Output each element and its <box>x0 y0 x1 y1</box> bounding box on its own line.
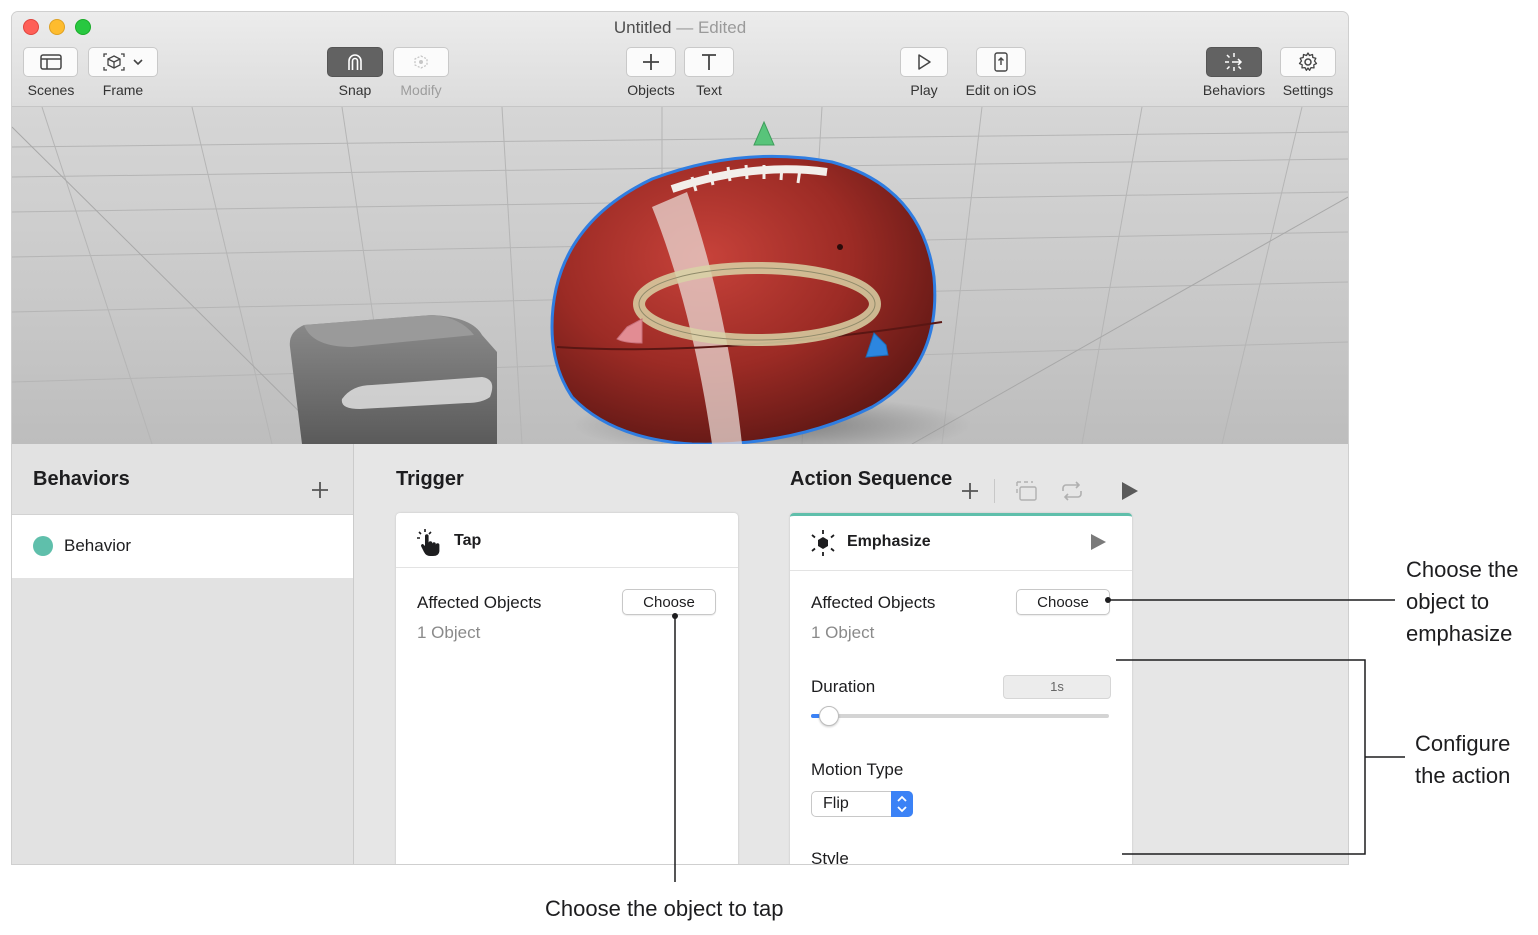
y-axis-handle[interactable] <box>753 120 775 146</box>
toolbar: Untitled — Edited Scenes Frame Snap Modi… <box>12 12 1348 107</box>
style-label: Style <box>811 849 849 864</box>
text-label: Text <box>696 82 722 98</box>
add-behavior-plus-icon[interactable] <box>310 480 330 500</box>
add-action-plus-icon[interactable] <box>960 481 980 501</box>
scene-render[interactable] <box>12 107 1348 444</box>
behavior-label: Behavior <box>64 536 132 555</box>
callout-choose-emphasize: Choose the object to emphasize <box>1406 554 1519 650</box>
settings-label: Settings <box>1282 82 1334 98</box>
trigger-title: Trigger <box>396 468 464 490</box>
callout-line-2: the action <box>1415 763 1511 788</box>
trigger-object-count: 1 Object <box>417 623 481 642</box>
action-card-title: Emphasize <box>847 533 931 550</box>
objects-label: Objects <box>627 82 675 98</box>
snap-button[interactable] <box>327 47 383 77</box>
frame-icon <box>103 53 125 71</box>
sidebar-icon <box>39 54 62 70</box>
behaviors-list-pane: Behaviors Behavior <box>12 444 354 864</box>
text-button[interactable] <box>684 47 734 77</box>
plus-icon <box>643 54 659 70</box>
frame-label: Frame <box>102 82 144 98</box>
behavior-list-item[interactable]: Behavior <box>12 514 353 578</box>
behavior-editor-pane: Trigger Action Sequence Tap Affected Obj… <box>354 444 1348 864</box>
trigger-affected-label: Affected Objects <box>417 593 542 612</box>
trigger-card-title: Tap <box>454 532 482 549</box>
callout-configure-action: Configure the action <box>1415 728 1510 792</box>
motion-type-value: Flip <box>823 795 849 812</box>
action-choose-button[interactable]: Choose <box>1016 589 1110 615</box>
frame-button[interactable] <box>88 47 158 77</box>
loop-icon[interactable] <box>1059 479 1085 503</box>
snap-label: Snap <box>338 82 372 98</box>
motion-type-label: Motion Type <box>811 760 904 779</box>
behaviors-title: Behaviors <box>33 468 130 490</box>
settings-button[interactable] <box>1280 47 1336 77</box>
action-object-count: 1 Object <box>811 623 875 642</box>
action-affected-label: Affected Objects <box>811 593 936 612</box>
callout-choose-tap: Choose the object to tap <box>545 896 784 921</box>
emphasize-icon <box>811 530 835 556</box>
trigger-card: Tap Affected Objects Choose 1 Object <box>396 513 738 864</box>
app-window: Untitled — Edited Scenes Frame Snap Modi… <box>12 12 1348 864</box>
play-icon <box>918 54 931 70</box>
gear-icon <box>1298 52 1318 71</box>
action-card-header: Emphasize <box>790 516 1132 571</box>
trigger-choose-button[interactable]: Choose <box>622 589 716 615</box>
scene-viewport[interactable] <box>12 107 1348 444</box>
action-sequence-title: Action Sequence <box>790 468 953 490</box>
modify-icon <box>414 55 428 69</box>
action-card: Emphasize Affected Objects Choose 1 Obje… <box>790 513 1132 864</box>
chevron-up-down-icon <box>897 795 907 813</box>
play-label: Play <box>910 82 938 98</box>
callout-line-2: object to <box>1406 589 1490 614</box>
scenes-label: Scenes <box>27 82 75 98</box>
play-action-icon[interactable] <box>1088 532 1108 552</box>
play-sequence-icon[interactable] <box>1118 480 1140 502</box>
edit-on-ios-button[interactable] <box>976 47 1026 77</box>
select-stepper[interactable] <box>891 791 913 817</box>
behavior-color-dot <box>33 536 53 556</box>
edit-on-ios-label: Edit on iOS <box>965 82 1037 98</box>
behaviors-button[interactable] <box>1206 47 1262 77</box>
behaviors-label: Behaviors <box>1202 82 1266 98</box>
callout-line-1: Configure <box>1415 731 1511 756</box>
duration-field[interactable]: 1s <box>1003 675 1111 699</box>
magnet-icon <box>348 54 362 70</box>
duration-slider-track[interactable] <box>811 714 1109 718</box>
motion-type-select[interactable]: Flip <box>811 791 913 817</box>
duplicate-icon[interactable] <box>1014 479 1040 503</box>
football-object[interactable] <box>550 154 943 444</box>
chevron-down-icon <box>133 59 143 66</box>
tap-icon <box>417 529 440 556</box>
objects-button[interactable] <box>626 47 676 77</box>
callout-line-1: Choose the <box>1406 557 1519 582</box>
duration-slider-knob[interactable] <box>818 706 839 726</box>
modify-label: Modify <box>400 82 442 98</box>
trigger-card-header: Tap <box>396 513 738 568</box>
window-title: Untitled — Edited <box>12 18 1348 38</box>
text-icon <box>702 54 716 70</box>
scenes-button[interactable] <box>23 47 78 77</box>
behaviors-icon <box>1225 53 1243 71</box>
phone-icon <box>994 52 1008 72</box>
modify-button[interactable] <box>393 47 449 77</box>
document-name: Untitled <box>613 18 672 37</box>
duration-label: Duration <box>811 677 876 696</box>
callout-line-3: emphasize <box>1406 621 1513 646</box>
play-button[interactable] <box>900 47 948 77</box>
toolbar-divider <box>994 479 995 503</box>
edited-status: — Edited <box>676 18 747 37</box>
cube-object[interactable] <box>289 315 497 444</box>
